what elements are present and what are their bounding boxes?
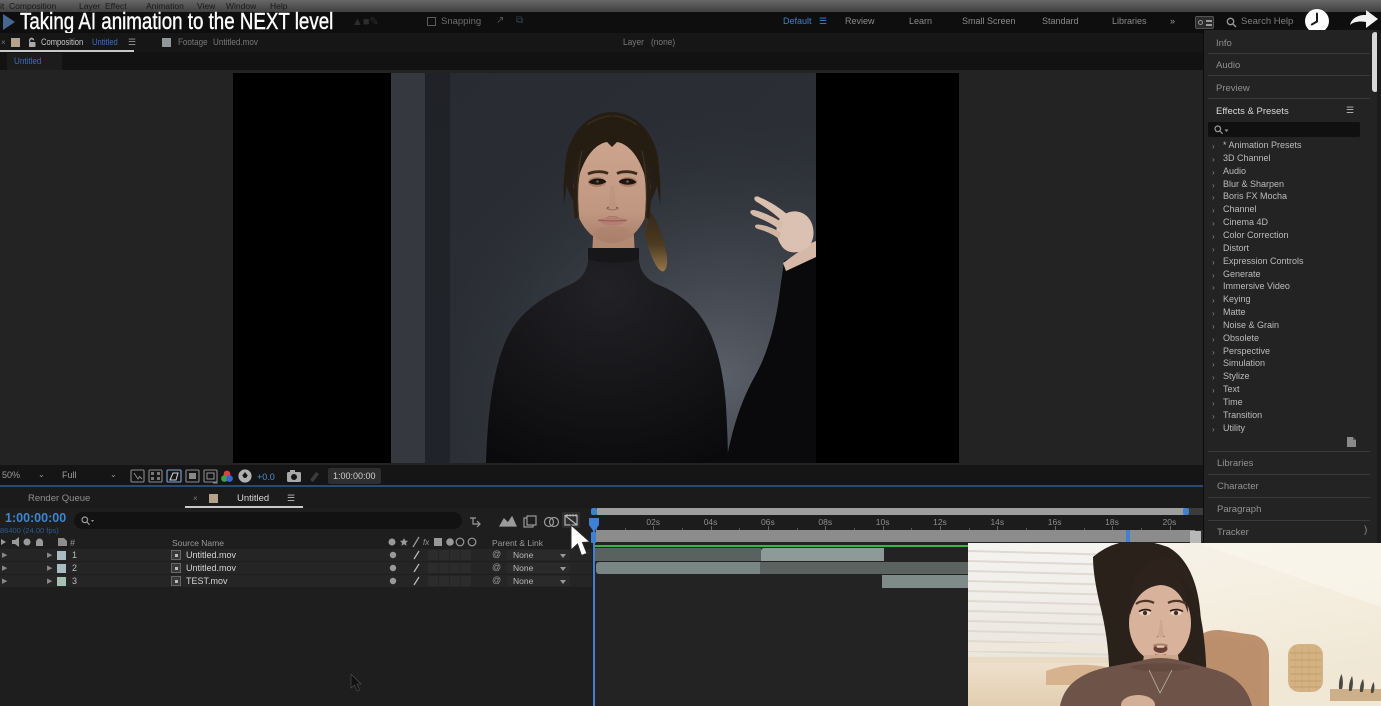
svg-text:+0.0: +0.0 bbox=[257, 472, 275, 482]
svg-text:fx: fx bbox=[423, 538, 430, 547]
svg-text:#: # bbox=[70, 538, 75, 548]
